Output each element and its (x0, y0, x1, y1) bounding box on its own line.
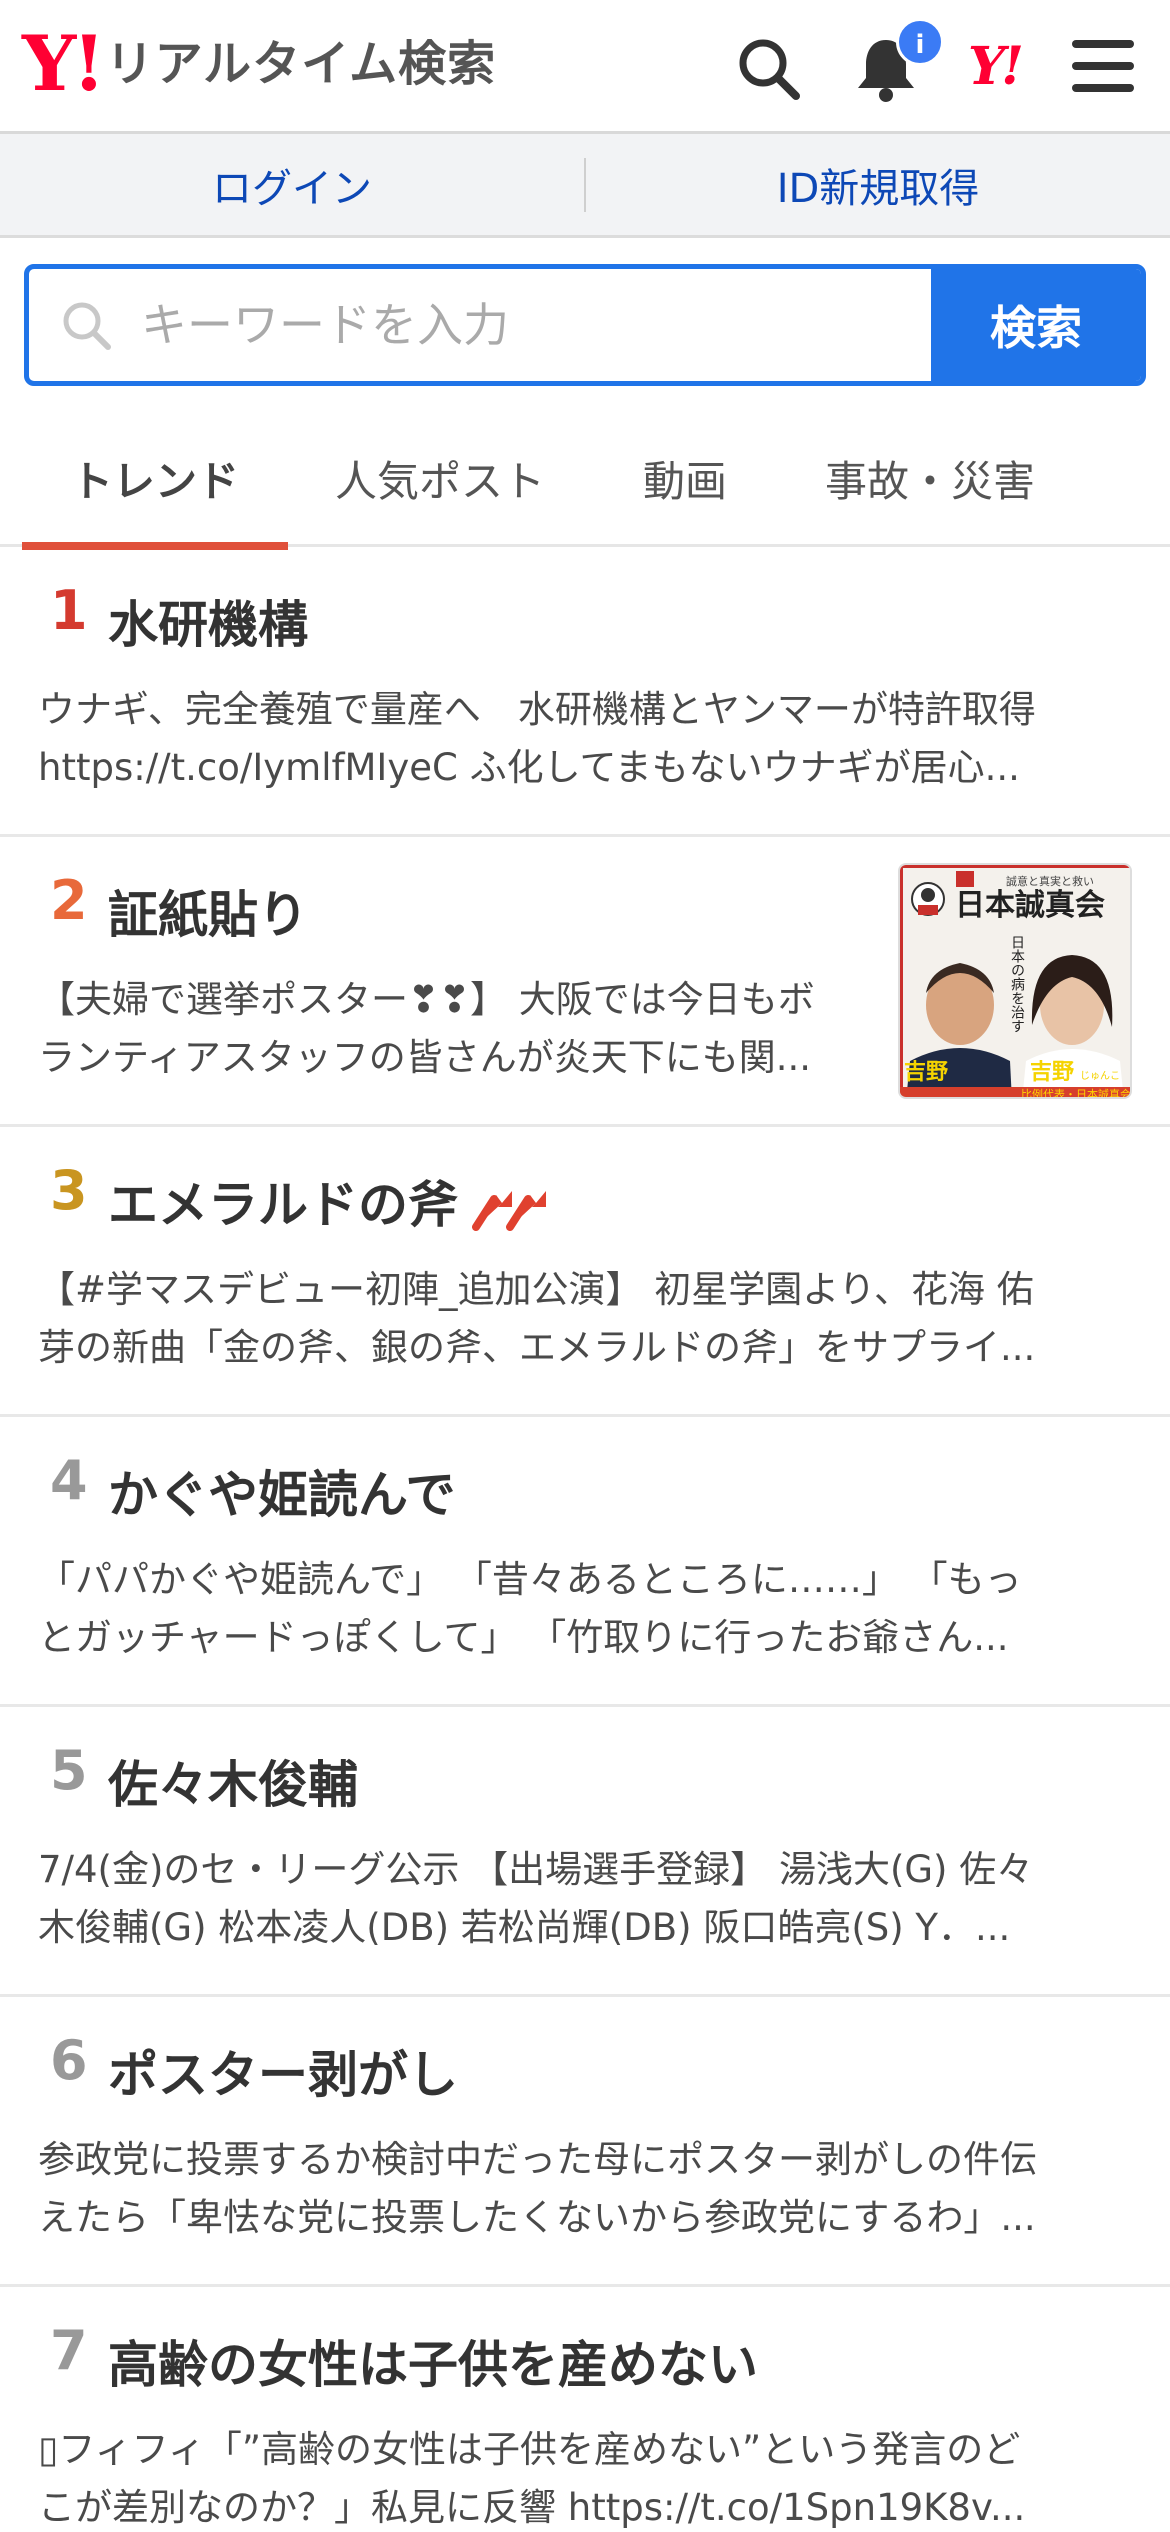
tab-popular-posts[interactable]: 人気ポスト (310, 410, 570, 547)
trend-rank: 2 (50, 869, 88, 932)
tab-videos[interactable]: 動画 (600, 410, 770, 547)
menu-icon[interactable] (1068, 34, 1140, 98)
trend-description-line: 「パパかぐや姫読んで」 「昔々あるところに……」 「もっ (38, 1558, 1022, 1601)
poster-name-right: 吉野 (1030, 1059, 1074, 1085)
trend-list: 1 水研機構 ウナギ、完全養殖で量産へ 水研機構とヤンマーが特許取得 https… (0, 547, 1170, 2532)
trend-rank: 3 (50, 1159, 88, 1222)
search-icon[interactable] (732, 32, 804, 104)
trend-title[interactable]: 高齢の女性は子供を産めない (108, 2325, 758, 2397)
trend-description-line: こが差別なのか？」私見に反響 https://t.co/1Spn19K8v... (38, 2486, 1026, 2529)
trend-description-line: 木俊輔(G) 松本凌人(DB) 若松尚輝(DB) 阪口皓亮(S) Y．... (38, 1906, 1011, 1949)
trend-title[interactable]: エメラルドの斧 (108, 1165, 552, 1237)
register-link[interactable]: ID新規取得 (586, 156, 1170, 214)
trend-description: 【#学マスデビュー初陣_追加公演】 初星学園より、花海 佑 芽の新曲「金の斧、銀… (38, 1261, 1118, 1377)
rising-trend-icon (472, 1190, 546, 1231)
trend-rank: 6 (50, 2029, 88, 2092)
trend-description-line: 参政党に投票するか検討中だった母にポスター剥がしの件伝 (38, 2138, 1037, 2181)
poster-vertical-slogan: 日本の病を治す (1009, 935, 1025, 1033)
search-field[interactable] (29, 269, 931, 381)
search-bar: 検索 (24, 264, 1146, 386)
trend-item[interactable]: 5 佐々木俊輔 7/4(金)のセ・リーグ公示 【出場選手登録】 湯浅大(G) 佐… (0, 1707, 1170, 1997)
trend-title[interactable]: かぐや姫読んで (108, 1455, 456, 1527)
poster-caption: 比例代表・日本誠真会 (1021, 1087, 1131, 1099)
trend-description: ウナギ、完全養殖で量産へ 水研機構とヤンマーが特許取得 https://t.co… (38, 681, 1118, 797)
poster-furigana: じゅんこ (1080, 1070, 1120, 1082)
trend-description: ▯フィフィ「”高齢の女性は子供を産めない”という発言のど こが差別なのか？」私見… (38, 2421, 1118, 2532)
trend-title[interactable]: 水研機構 (108, 585, 308, 657)
app-header: Y! リアルタイム検索 i Y! (0, 0, 1170, 134)
trend-rank: 7 (50, 2319, 88, 2382)
trend-title[interactable]: 佐々木俊輔 (108, 1745, 358, 1817)
trend-item[interactable]: 4 かぐや姫読んで 「パパかぐや姫読んで」 「昔々あるところに……」 「もっ と… (0, 1417, 1170, 1707)
trend-description-line: ランティアスタッフの皆さんが炎天下にも関... (38, 1036, 812, 1079)
yahoo-realtime-logo[interactable]: Y! リアルタイム検索 (22, 19, 497, 108)
search-input[interactable] (141, 298, 901, 352)
search-icon (63, 302, 111, 350)
poster-tagline: 誠意と真実と救い (1006, 874, 1094, 888)
trend-description-line: 【#学マスデビュー初陣_追加公演】 初星学園より、花海 佑 (38, 1268, 1034, 1311)
yahoo-japan-icon[interactable]: Y! (968, 36, 1024, 97)
trend-title[interactable]: ポスター剥がし (108, 2035, 458, 2107)
trend-item[interactable]: 7 高齢の女性は子供を産めない ▯フィフィ「”高齢の女性は子供を産めない”という… (0, 2287, 1170, 2532)
trend-item[interactable]: 1 水研機構 ウナギ、完全養殖で量産へ 水研機構とヤンマーが特許取得 https… (0, 547, 1170, 837)
notification-badge[interactable]: i (896, 18, 944, 66)
trend-description: 【夫婦で選挙ポスター❣❣】 大阪では今日もボ ランティアスタッフの皆さんが炎天下… (38, 971, 868, 1087)
trend-description-line: 【夫婦で選挙ポスター❣❣】 大阪では今日もボ (38, 978, 815, 1021)
trend-title-text: エメラルドの斧 (108, 1176, 458, 1234)
trend-description-line: 芽の新曲「金の斧、銀の斧、エメラルドの斧」をサプライ... (38, 1326, 1036, 1369)
trend-description-line: https://t.co/IymlfMIyeC ふ化してまもないウナギが居心..… (38, 746, 1020, 789)
campaign-poster-image: 誠意と真実と救い 日本誠真会 日本の病を治す 吉野 吉野 じゅんこ 比例代表・日… (900, 865, 1131, 1099)
trend-rank: 5 (50, 1739, 88, 1802)
trend-description-line: えたら「卑怯な党に投票したくないから参政党にするわ」... (38, 2196, 1036, 2239)
yahoo-logo-mark: Y! (22, 19, 106, 108)
account-bar: ログイン ID新規取得 (0, 134, 1170, 238)
search-button[interactable]: 検索 (931, 269, 1141, 381)
trend-description-line: ウナギ、完全養殖で量産へ 水研機構とヤンマーが特許取得 (38, 688, 1036, 731)
login-link[interactable]: ログイン (0, 156, 584, 214)
tab-trend[interactable]: トレンド (22, 410, 288, 550)
trend-item[interactable]: 3 エメラルドの斧 【#学マスデビュー初陣_追加公演】 初星学園より、花海 佑 … (0, 1127, 1170, 1417)
trend-thumbnail[interactable]: 誠意と真実と救い 日本誠真会 日本の病を治す 吉野 吉野 じゅんこ 比例代表・日… (898, 863, 1132, 1099)
poster-name-left: 吉野 (904, 1059, 948, 1085)
category-tabs: トレンド 人気ポスト 動画 事故・災害 (0, 410, 1170, 550)
trend-rank: 4 (50, 1449, 88, 1512)
trend-description-line: 7/4(金)のセ・リーグ公示 【出場選手登録】 湯浅大(G) 佐々 (38, 1848, 1034, 1891)
trend-item[interactable]: 2 証紙貼り 【夫婦で選挙ポスター❣❣】 大阪では今日もボ ランティアスタッフの… (0, 837, 1170, 1127)
trend-rank: 1 (50, 579, 88, 642)
trend-description-line: ▯フィフィ「”高齢の女性は子供を産めない”という発言のど (38, 2428, 1021, 2471)
trend-description-line: とガッチャードっぽくして」 「竹取りに行ったお爺さん... (38, 1616, 1009, 1659)
tab-accidents-disasters[interactable]: 事故・災害 (800, 410, 1060, 547)
trend-item[interactable]: 6 ポスター剥がし 参政党に投票するか検討中だった母にポスター剥がしの件伝 えた… (0, 1997, 1170, 2287)
trend-description: 参政党に投票するか検討中だった母にポスター剥がしの件伝 えたら「卑怯な党に投票し… (38, 2131, 1118, 2247)
logo-service-name: リアルタイム検索 (105, 36, 497, 92)
trend-description: 7/4(金)のセ・リーグ公示 【出場選手登録】 湯浅大(G) 佐々 木俊輔(G)… (38, 1841, 1118, 1957)
trend-title[interactable]: 証紙貼り (108, 875, 308, 947)
trend-description: 「パパかぐや姫読んで」 「昔々あるところに……」 「もっ とガッチャードっぽくし… (38, 1551, 1118, 1667)
poster-headline: 日本誠真会 (955, 888, 1105, 923)
